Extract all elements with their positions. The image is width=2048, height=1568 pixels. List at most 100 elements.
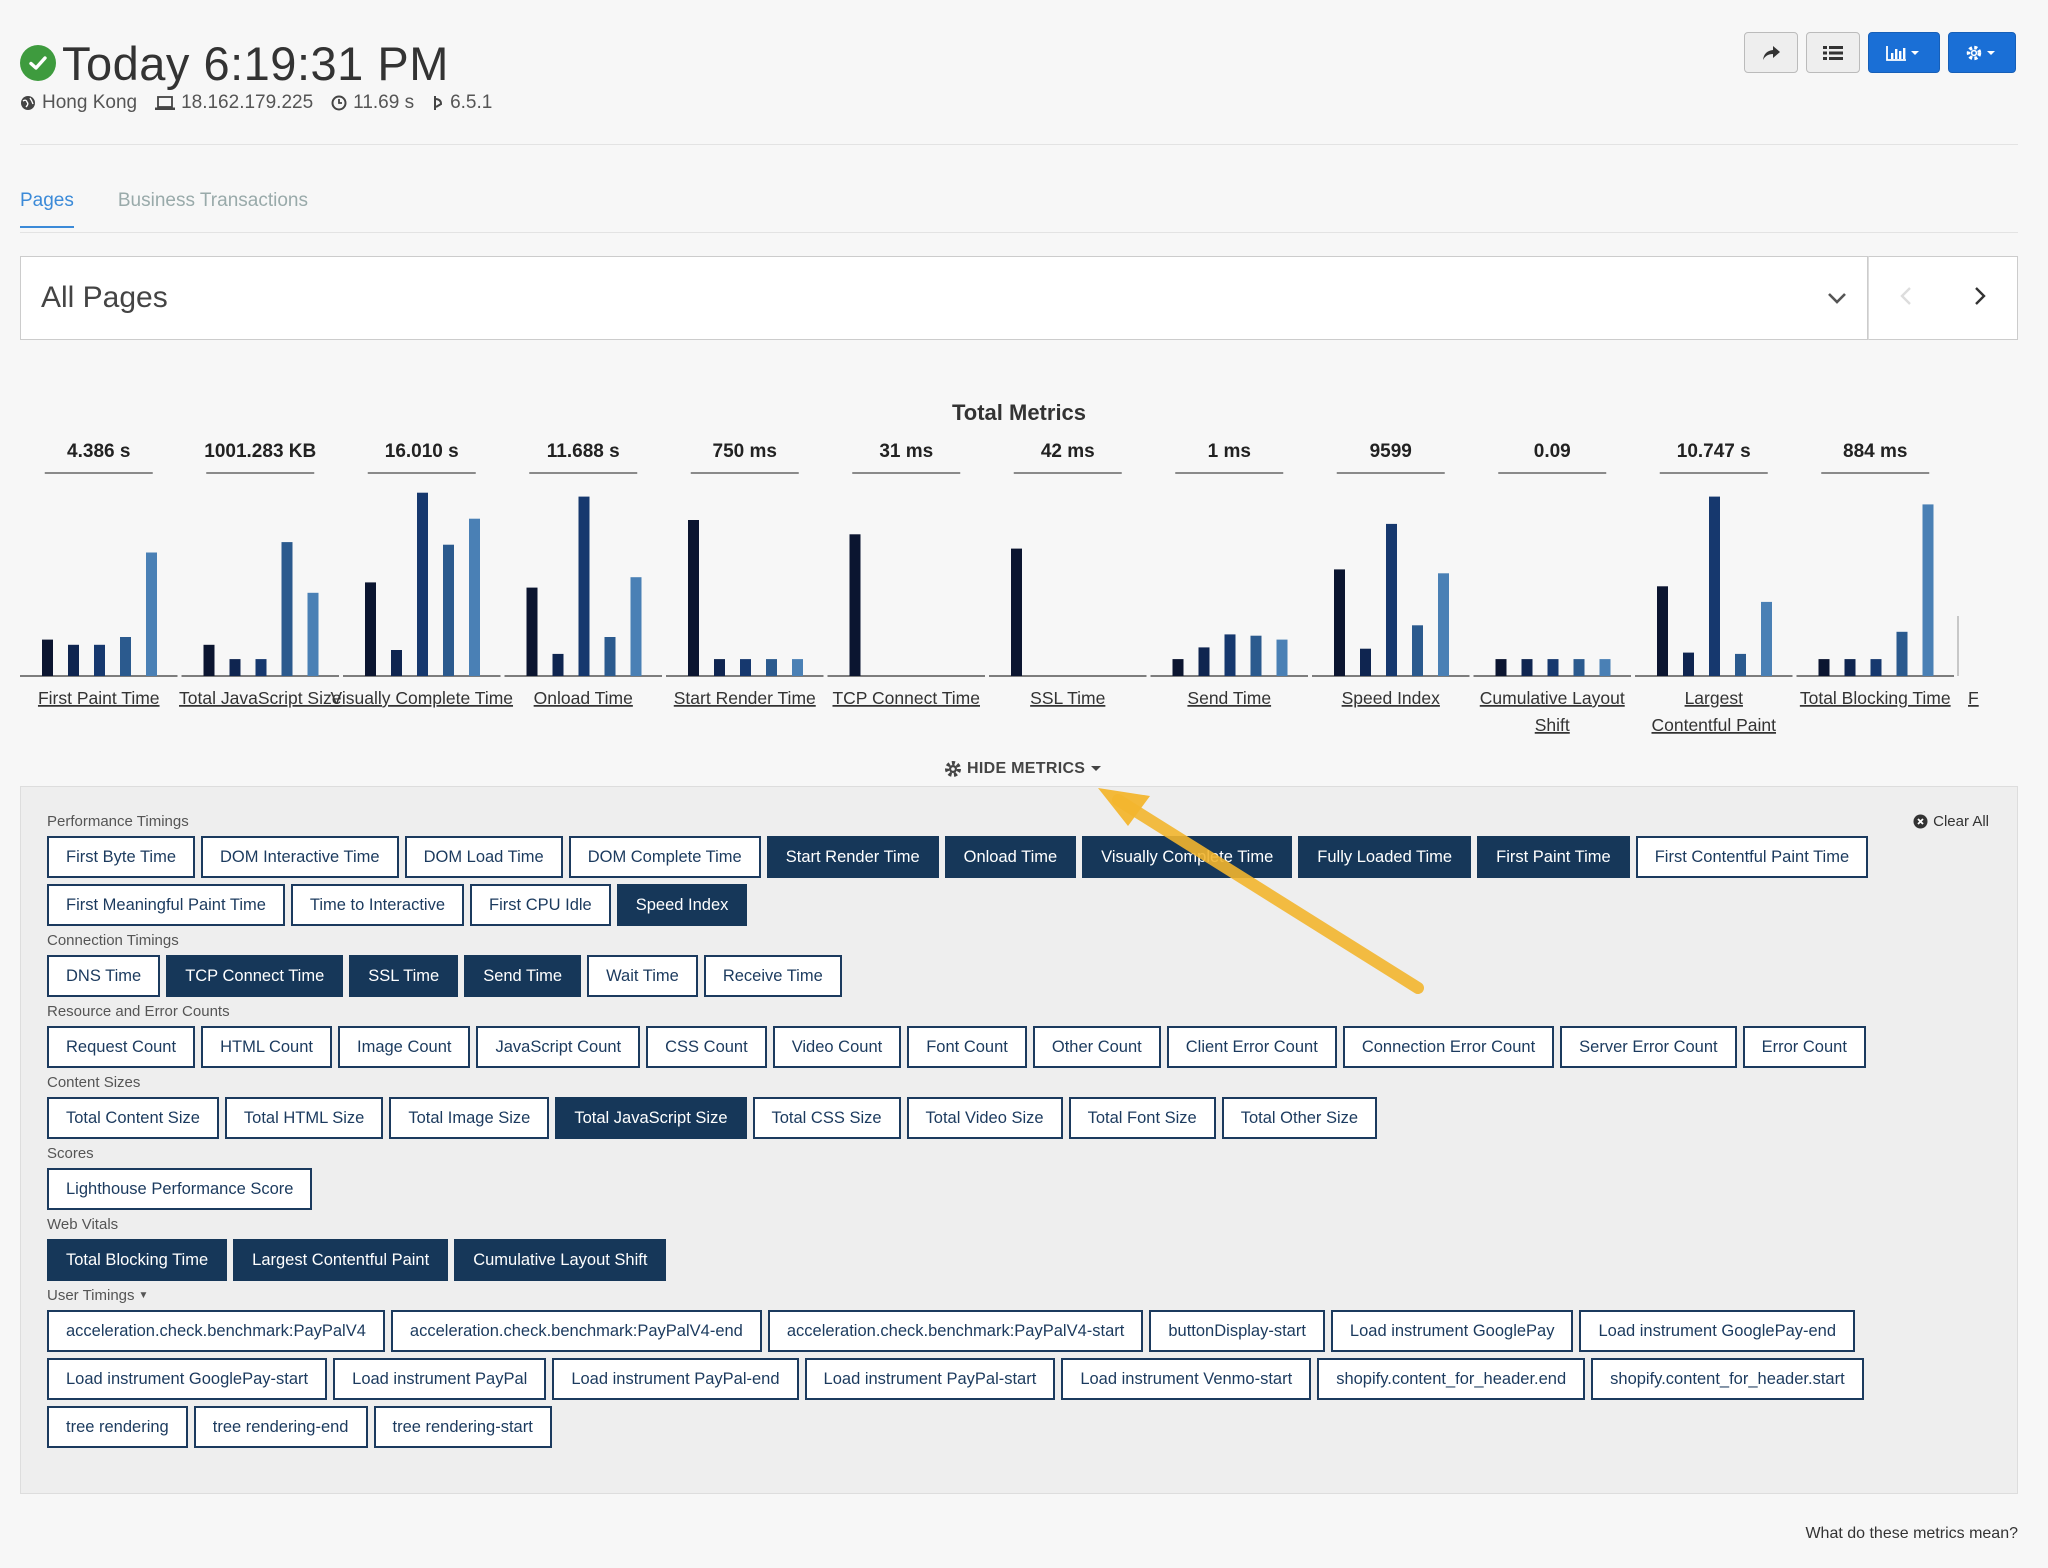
chart-bar[interactable] xyxy=(1360,648,1371,676)
chart-bar[interactable] xyxy=(443,544,454,676)
prev-page-button[interactable] xyxy=(1900,286,1912,311)
hide-metrics-toggle[interactable]: HIDE METRICS xyxy=(944,760,1102,778)
metric-toggle-font-count[interactable]: Font Count xyxy=(907,1026,1027,1068)
metric-toggle-load-instrument-venmo-start[interactable]: Load instrument Venmo-start xyxy=(1061,1358,1312,1400)
chart-bar[interactable] xyxy=(552,653,564,676)
metric-toggle-time-to-interactive[interactable]: Time to Interactive xyxy=(290,884,465,926)
metric-toggle-load-instrument-googlepay-end[interactable]: Load instrument GooglePay-end xyxy=(1579,1310,1856,1352)
metric-toggle-fully-loaded-time[interactable]: Fully Loaded Time xyxy=(1298,836,1472,878)
chart-menu-button[interactable] xyxy=(1868,32,1940,73)
chart-bar[interactable] xyxy=(1521,659,1533,676)
metric-toggle-buttondisplay-start[interactable]: buttonDisplay-start xyxy=(1149,1310,1325,1352)
chart-bar[interactable] xyxy=(1657,586,1668,676)
chart-bar[interactable] xyxy=(68,644,79,676)
chart-bar[interactable] xyxy=(578,496,590,676)
category-label[interactable]: Speed Index xyxy=(1342,688,1441,708)
metric-toggle-total-javascript-size[interactable]: Total JavaScript Size xyxy=(555,1097,747,1139)
chart-bar[interactable] xyxy=(229,659,241,676)
category-label[interactable]: Send Time xyxy=(1187,688,1271,708)
chart-bar[interactable] xyxy=(94,644,105,676)
metric-toggle-total-content-size[interactable]: Total Content Size xyxy=(47,1097,219,1139)
metric-toggle-javascript-count[interactable]: JavaScript Count xyxy=(476,1026,641,1068)
chart-bar[interactable] xyxy=(1922,504,1934,676)
chart-bar[interactable] xyxy=(1573,659,1585,676)
chart-bar[interactable] xyxy=(1386,523,1397,676)
metric-toggle-html-count[interactable]: HTML Count xyxy=(201,1026,332,1068)
metric-toggle-cumulative-layout-shift[interactable]: Cumulative Layout Shift xyxy=(454,1239,667,1281)
metric-toggle-first-meaningful-paint-time[interactable]: First Meaningful Paint Time xyxy=(47,884,285,926)
metric-toggle-load-instrument-googlepay-start[interactable]: Load instrument GooglePay-start xyxy=(47,1358,328,1400)
chart-bar[interactable] xyxy=(1438,573,1449,676)
chart-bar[interactable] xyxy=(1818,659,1830,676)
metric-toggle-server-error-count[interactable]: Server Error Count xyxy=(1560,1026,1737,1068)
metric-toggle-dns-time[interactable]: DNS Time xyxy=(47,955,161,997)
category-label[interactable]: First Paint Time xyxy=(38,688,160,708)
section-title-user-timings[interactable]: User Timings ▼ xyxy=(47,1287,1927,1304)
metric-toggle-total-html-size[interactable]: Total HTML Size xyxy=(224,1097,384,1139)
chart-bar[interactable] xyxy=(1250,635,1262,676)
category-label[interactable]: Contentful Paint xyxy=(1651,715,1776,735)
metric-toggle-request-count[interactable]: Request Count xyxy=(47,1026,196,1068)
metric-toggle-first-byte-time[interactable]: First Byte Time xyxy=(47,836,196,878)
metric-toggle-tree-rendering[interactable]: tree rendering xyxy=(47,1406,188,1448)
metric-toggle-wait-time[interactable]: Wait Time xyxy=(587,955,698,997)
chart-bar[interactable] xyxy=(1412,625,1423,676)
metric-toggle-connection-error-count[interactable]: Connection Error Count xyxy=(1342,1026,1555,1068)
category-label[interactable]: F xyxy=(1968,688,1979,708)
chart-bar[interactable] xyxy=(1224,634,1236,676)
chart-bar[interactable] xyxy=(1276,639,1288,676)
chart-bar[interactable] xyxy=(766,659,777,676)
metric-toggle-total-video-size[interactable]: Total Video Size xyxy=(906,1097,1063,1139)
category-label[interactable]: Total Blocking Time xyxy=(1800,688,1951,708)
chart-bar[interactable] xyxy=(1761,601,1772,676)
metric-toggle-lighthouse-performance-score[interactable]: Lighthouse Performance Score xyxy=(47,1168,313,1210)
category-label[interactable]: Onload Time xyxy=(534,688,633,708)
metric-toggle-video-count[interactable]: Video Count xyxy=(772,1026,902,1068)
metric-toggle-other-count[interactable]: Other Count xyxy=(1032,1026,1161,1068)
metric-toggle-largest-contentful-paint[interactable]: Largest Contentful Paint xyxy=(233,1239,449,1281)
chart-bar[interactable] xyxy=(1495,659,1507,676)
chart-bar[interactable] xyxy=(792,659,803,676)
category-label[interactable]: TCP Connect Time xyxy=(832,688,980,708)
metric-toggle-total-image-size[interactable]: Total Image Size xyxy=(389,1097,550,1139)
metric-toggle-first-paint-time[interactable]: First Paint Time xyxy=(1477,836,1630,878)
metric-toggle-visually-complete-time[interactable]: Visually Complete Time xyxy=(1082,836,1293,878)
page-select[interactable]: All Pages xyxy=(20,256,1868,340)
chart-bar[interactable] xyxy=(849,534,861,676)
category-label[interactable]: Start Render Time xyxy=(674,688,816,708)
category-label[interactable]: Shift xyxy=(1535,715,1570,735)
chart-bar[interactable] xyxy=(1198,647,1210,676)
chart-bar[interactable] xyxy=(630,577,642,676)
metric-toggle-speed-index[interactable]: Speed Index xyxy=(616,884,748,926)
list-view-button[interactable] xyxy=(1806,32,1860,73)
metric-toggle-image-count[interactable]: Image Count xyxy=(338,1026,471,1068)
metric-toggle-total-css-size[interactable]: Total CSS Size xyxy=(752,1097,901,1139)
tab-pages[interactable]: Pages xyxy=(20,190,74,228)
chart-bar[interactable] xyxy=(688,520,699,676)
category-label[interactable]: Total JavaScript Size xyxy=(179,688,341,708)
chart-bar[interactable] xyxy=(146,552,157,677)
metric-toggle-receive-time[interactable]: Receive Time xyxy=(703,955,842,997)
metric-toggle-load-instrument-paypal-end[interactable]: Load instrument PayPal-end xyxy=(552,1358,799,1400)
chart-bar[interactable] xyxy=(120,637,131,676)
chart-bar[interactable] xyxy=(1844,659,1856,676)
chart-bar[interactable] xyxy=(1896,631,1908,676)
metric-toggle-first-cpu-idle[interactable]: First CPU Idle xyxy=(470,884,611,926)
chart-bar[interactable] xyxy=(1735,653,1746,676)
chart-bar[interactable] xyxy=(417,492,428,676)
chart-bar[interactable] xyxy=(604,637,616,676)
metric-toggle-first-contentful-paint-time[interactable]: First Contentful Paint Time xyxy=(1635,836,1869,878)
metric-toggle-send-time[interactable]: Send Time xyxy=(464,955,582,997)
share-button[interactable] xyxy=(1744,32,1798,73)
chart-bar[interactable] xyxy=(1683,652,1694,676)
chart-bar[interactable] xyxy=(365,582,376,676)
metric-toggle-shopify-content-for-header-start[interactable]: shopify.content_for_header.start xyxy=(1591,1358,1864,1400)
chart-bar[interactable] xyxy=(307,592,319,676)
tab-business-transactions[interactable]: Business Transactions xyxy=(118,190,308,228)
metric-toggle-total-blocking-time[interactable]: Total Blocking Time xyxy=(47,1239,228,1281)
metric-toggle-error-count[interactable]: Error Count xyxy=(1742,1026,1866,1068)
chart-bar[interactable] xyxy=(1599,659,1611,676)
chart-bar[interactable] xyxy=(1011,548,1022,676)
metric-toggle-start-render-time[interactable]: Start Render Time xyxy=(766,836,939,878)
chart-bar[interactable] xyxy=(1172,659,1184,676)
